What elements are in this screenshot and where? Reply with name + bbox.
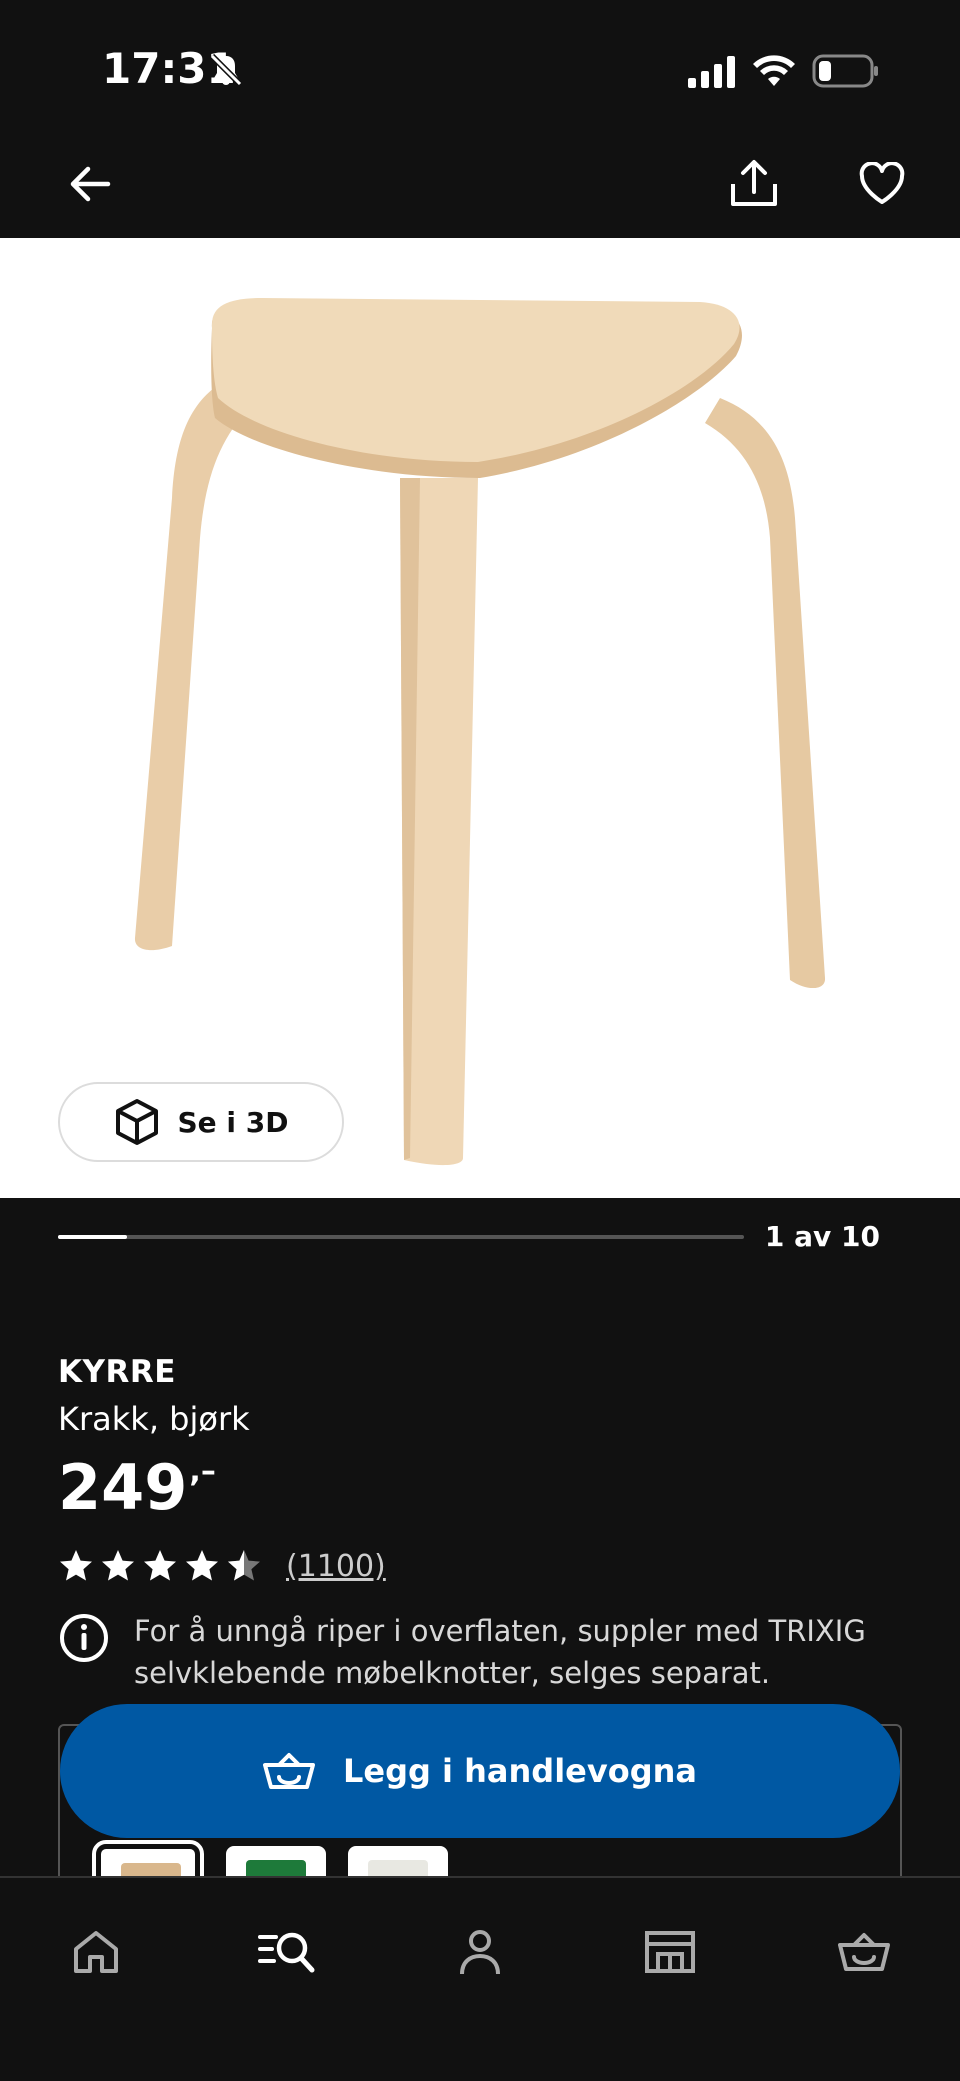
product-name: KYRRE — [58, 1354, 176, 1390]
bottom-nav — [0, 1876, 960, 2081]
nav-search[interactable] — [246, 1912, 326, 1992]
product-description: Krakk, bjørk — [58, 1400, 250, 1438]
star-full-icon — [102, 1550, 134, 1581]
info-notice: For å unngå riper i overflaten, suppler … — [58, 1610, 898, 1694]
back-button[interactable] — [58, 152, 122, 216]
gallery-counter: 1 av 10 — [764, 1220, 880, 1253]
review-count-link[interactable]: (1100) — [286, 1549, 386, 1584]
nav-cart[interactable] — [824, 1912, 904, 1992]
signal-icon — [688, 56, 735, 88]
cube-icon — [115, 1099, 158, 1145]
wifi-icon — [753, 55, 795, 86]
gallery-progress-bar — [58, 1235, 744, 1239]
heart-icon — [859, 162, 905, 204]
price-value: 249 — [58, 1451, 188, 1524]
price-suffix: ,– — [189, 1454, 216, 1489]
arrow-left-icon — [70, 166, 111, 202]
app-header — [0, 130, 960, 238]
price: 249 ,– — [58, 1452, 216, 1524]
info-text: For å unngå riper i overflaten, suppler … — [134, 1614, 866, 1690]
profile-icon — [460, 1930, 500, 1975]
search-icon — [258, 1932, 315, 1973]
view-3d-button[interactable]: Se i 3D — [58, 1082, 344, 1162]
star-full-icon — [60, 1550, 92, 1581]
gallery-progress-fill — [58, 1235, 127, 1239]
rating[interactable]: (1100) — [58, 1546, 386, 1586]
cart-icon — [838, 1933, 890, 1971]
add-to-cart-button[interactable]: Legg i handlevogna — [60, 1704, 900, 1838]
home-icon — [74, 1931, 118, 1973]
nav-home[interactable] — [56, 1912, 136, 1992]
product-image[interactable]: Se i 3D — [0, 238, 960, 1198]
view-3d-label: Se i 3D — [177, 1105, 289, 1139]
info-icon — [60, 1614, 108, 1662]
stool-photo — [134, 298, 826, 1166]
nav-store[interactable] — [630, 1912, 710, 1992]
star-full-icon — [186, 1550, 218, 1581]
status-bar: 17:31 — [0, 0, 960, 130]
favourite-button[interactable] — [848, 150, 916, 218]
add-to-cart-label: Legg i handlevogna — [342, 1752, 697, 1790]
battery-icon — [812, 54, 878, 88]
share-button[interactable] — [720, 150, 788, 218]
nav-profile[interactable] — [440, 1912, 520, 1992]
bell-muted-icon — [209, 53, 243, 87]
star-full-icon — [144, 1550, 176, 1581]
share-icon — [731, 160, 777, 206]
store-icon — [645, 1931, 695, 1973]
cart-icon — [262, 1753, 315, 1789]
star-half-icon — [228, 1550, 260, 1581]
